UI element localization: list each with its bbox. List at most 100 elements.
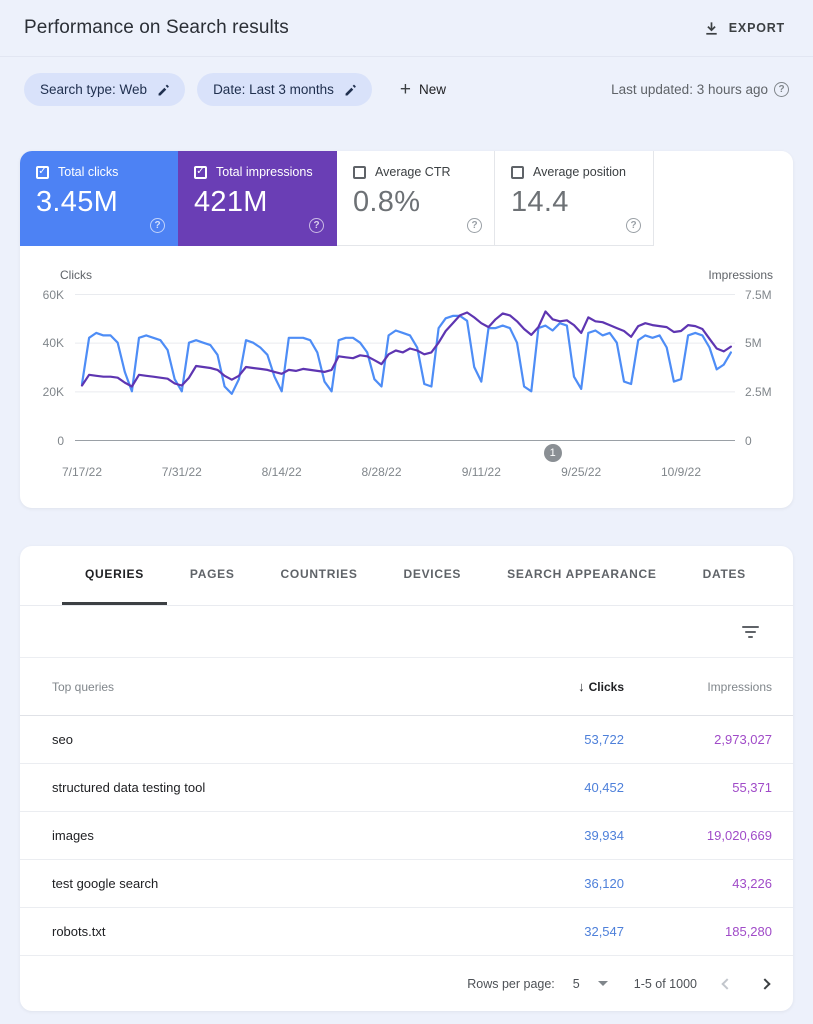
right-axis-tick: 5M: [745, 337, 762, 349]
metric-label: Total clicks: [58, 165, 118, 179]
x-axis-tick: 10/9/22: [661, 465, 701, 479]
next-page-chevron-icon[interactable]: [759, 978, 770, 989]
page-title: Performance on Search results: [24, 17, 289, 39]
query-cell: test google search: [52, 876, 484, 891]
search-type-chip[interactable]: Search type: Web: [24, 73, 185, 106]
pencil-icon: [344, 83, 358, 97]
metric-row-filler: [654, 151, 793, 246]
table-tabs: QUERIES PAGES COUNTRIES DEVICES SEARCH A…: [20, 546, 793, 606]
table-header-row: Top queries ↓Clicks Impressions: [20, 658, 793, 716]
impressions-cell: 55,371: [624, 780, 772, 795]
clicks-cell: 40,452: [484, 780, 624, 795]
metric-value: 421M: [194, 186, 322, 219]
tab-dates[interactable]: DATES: [680, 546, 769, 605]
checkbox-unchecked-icon[interactable]: [353, 166, 366, 179]
left-axis-tick: 60K: [28, 289, 64, 301]
help-circle-icon[interactable]: ?: [467, 218, 482, 233]
column-header-top-queries: Top queries: [52, 680, 484, 694]
download-icon: [703, 20, 720, 37]
rows-per-page-label: Rows per page:: [467, 977, 555, 991]
left-axis-tick: 0: [28, 435, 64, 447]
help-circle-icon[interactable]: ?: [150, 218, 165, 233]
left-axis-title: Clicks: [60, 268, 92, 282]
right-axis-title: Impressions: [708, 268, 773, 282]
impressions-cell: 185,280: [624, 924, 772, 939]
average-position-card[interactable]: Average position 14.4 ?: [495, 151, 654, 246]
left-axis-tick: 20K: [28, 386, 64, 398]
x-axis-tick: 7/17/22: [62, 465, 102, 479]
previous-page-chevron-icon[interactable]: [721, 978, 732, 989]
table-row[interactable]: seo 53,722 2,973,027: [20, 716, 793, 764]
metric-label: Average CTR: [375, 165, 451, 179]
app-header: Performance on Search results EXPORT: [0, 0, 813, 57]
performance-line-chart[interactable]: [75, 294, 735, 441]
total-clicks-card[interactable]: ✓ Total clicks 3.45M ?: [20, 151, 178, 246]
column-header-clicks[interactable]: ↓Clicks: [484, 679, 624, 694]
metric-label: Total impressions: [216, 165, 313, 179]
table-row[interactable]: structured data testing tool 40,452 55,3…: [20, 764, 793, 812]
annotation-badge[interactable]: 1: [544, 444, 562, 462]
clicks-line: [82, 316, 731, 394]
tab-devices[interactable]: DEVICES: [381, 546, 485, 605]
metric-cards-row: ✓ Total clicks 3.45M ? ✓ Total impressio…: [20, 151, 793, 246]
query-cell: images: [52, 828, 484, 843]
right-axis-tick: 0: [745, 435, 752, 447]
x-axis-tick: 9/11/22: [462, 465, 501, 479]
x-axis-tick: 9/25/22: [561, 465, 601, 479]
table-row[interactable]: test google search 36,120 43,226: [20, 860, 793, 908]
impressions-cell: 2,973,027: [624, 732, 772, 747]
metric-value: 3.45M: [36, 186, 163, 219]
chip-label: Date: Last 3 months: [213, 82, 334, 97]
checkbox-checked-icon[interactable]: ✓: [194, 166, 207, 179]
help-circle-icon[interactable]: ?: [774, 82, 789, 97]
total-impressions-card[interactable]: ✓ Total impressions 421M ?: [178, 151, 337, 246]
clicks-cell: 53,722: [484, 732, 624, 747]
pagination-range: 1-5 of 1000: [634, 977, 697, 991]
table-filter-row: [20, 606, 793, 658]
right-axis-tick: 7.5M: [745, 289, 772, 301]
left-axis-tick: 40K: [28, 337, 64, 349]
chart-region: Clicks Impressions 60K 40K 20K 0 7.5M 5M…: [20, 246, 793, 505]
dropdown-arrow-icon: [598, 981, 608, 986]
x-axis-ticks: 7/17/22 7/31/22 8/14/22 8/28/22 9/11/22 …: [75, 465, 735, 505]
impressions-cell: 43,226: [624, 876, 772, 891]
impressions-cell: 19,020,669: [624, 828, 772, 843]
clicks-cell: 39,934: [484, 828, 624, 843]
rows-per-page-control[interactable]: Rows per page: 5: [467, 977, 608, 991]
last-updated-text: Last updated: 3 hours ago: [611, 82, 768, 97]
table-row[interactable]: robots.txt 32,547 185,280: [20, 908, 793, 956]
new-filter-button[interactable]: + New: [390, 74, 456, 105]
metric-value: 14.4: [511, 186, 639, 219]
queries-table-card: QUERIES PAGES COUNTRIES DEVICES SEARCH A…: [20, 546, 793, 1011]
query-cell: robots.txt: [52, 924, 484, 939]
tab-queries[interactable]: QUERIES: [62, 546, 167, 605]
query-cell: seo: [52, 732, 484, 747]
new-filter-label: New: [419, 82, 446, 97]
plot-area: 60K 40K 20K 0 7.5M 5M 2.5M 0 1: [75, 294, 735, 441]
tab-pages[interactable]: PAGES: [167, 546, 258, 605]
column-header-impressions[interactable]: Impressions: [624, 680, 772, 694]
table-row[interactable]: images 39,934 19,020,669: [20, 812, 793, 860]
tab-search-appearance[interactable]: SEARCH APPEARANCE: [484, 546, 679, 605]
table-footer: Rows per page: 5 1-5 of 1000: [20, 956, 793, 1011]
arrow-down-icon: ↓: [578, 679, 585, 694]
x-axis-tick: 7/31/22: [162, 465, 202, 479]
clicks-cell: 36,120: [484, 876, 624, 891]
plus-icon: +: [400, 80, 411, 99]
performance-chart-card: ✓ Total clicks 3.45M ? ✓ Total impressio…: [20, 151, 793, 508]
export-button[interactable]: EXPORT: [699, 14, 789, 43]
filter-list-icon[interactable]: [736, 620, 765, 644]
last-updated: Last updated: 3 hours ago ?: [611, 82, 789, 97]
date-range-chip[interactable]: Date: Last 3 months: [197, 73, 372, 106]
average-ctr-card[interactable]: Average CTR 0.8% ?: [337, 151, 495, 246]
metric-value: 0.8%: [353, 186, 480, 219]
filters-row: Search type: Web Date: Last 3 months + N…: [0, 57, 813, 120]
tab-countries[interactable]: COUNTRIES: [258, 546, 381, 605]
query-cell: structured data testing tool: [52, 780, 484, 795]
x-axis-tick: 8/28/22: [361, 465, 401, 479]
checkbox-checked-icon[interactable]: ✓: [36, 166, 49, 179]
pencil-icon: [157, 83, 171, 97]
help-circle-icon[interactable]: ?: [309, 218, 324, 233]
help-circle-icon[interactable]: ?: [626, 218, 641, 233]
checkbox-unchecked-icon[interactable]: [511, 166, 524, 179]
